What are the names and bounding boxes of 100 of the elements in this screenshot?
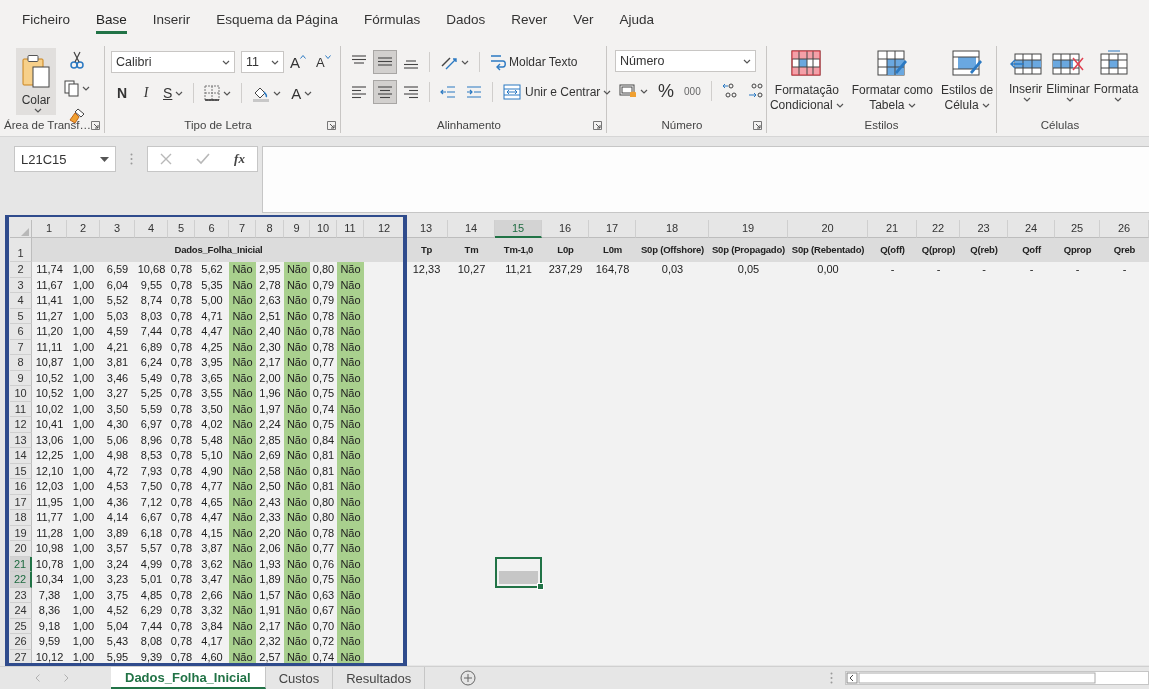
add-sheet-icon[interactable] <box>460 670 477 686</box>
column-header[interactable]: 6 <box>195 220 229 238</box>
grow-font-button[interactable]: A <box>286 50 310 74</box>
font-name-field[interactable]: Calibri <box>111 51 235 73</box>
table-cell-text: Não <box>231 572 254 587</box>
column-header[interactable]: 10 <box>310 220 337 238</box>
format-cells-button[interactable]: Formata <box>1091 46 1141 117</box>
column-header[interactable]: 25 <box>1055 220 1100 238</box>
row-header[interactable]: 8 <box>10 355 32 371</box>
font-size-field[interactable]: 11 <box>241 51 284 73</box>
wrap-text-button[interactable]: Moldar Texto <box>486 50 582 74</box>
table-cell-text: Não <box>285 324 309 339</box>
shrink-font-button[interactable]: A <box>312 50 335 74</box>
menu-tab[interactable]: Base <box>96 9 127 34</box>
paste-button[interactable]: Colar <box>16 48 56 115</box>
table-cell-text: 5,48 <box>200 432 224 448</box>
sheet-tab[interactable]: Resultados <box>333 667 426 689</box>
menu-tab[interactable]: Ficheiro <box>22 9 70 34</box>
row-header[interactable]: 26 <box>10 634 32 650</box>
row-header[interactable]: 6 <box>10 324 32 340</box>
delete-cells-button[interactable]: Eliminar <box>1044 46 1092 117</box>
column-header[interactable]: 1 <box>32 220 67 238</box>
dialog-launcher-icon[interactable] <box>593 120 602 130</box>
sheet-tab[interactable]: Custos <box>265 667 334 689</box>
menu-tab[interactable]: Esquema da Página <box>216 9 338 34</box>
fill-handle[interactable] <box>537 582 544 590</box>
row-header[interactable]: 16 <box>10 479 32 495</box>
thousands-button[interactable]: 000 <box>680 79 705 103</box>
dialog-launcher-icon[interactable] <box>753 120 762 130</box>
sheet-tab[interactable]: Dados_Folha_Inicial <box>111 667 266 689</box>
column-header[interactable]: 11 <box>337 220 364 238</box>
bold-button[interactable]: N <box>111 81 133 105</box>
cell-style-button[interactable]: Estilos de Célula <box>938 46 997 117</box>
percent-button[interactable]: % <box>654 79 678 103</box>
table-cell-text: Não <box>339 525 362 541</box>
row-header[interactable]: 10 <box>10 386 32 402</box>
table-cell-text: 1,00 <box>71 603 96 618</box>
row-header[interactable]: 4 <box>10 293 32 309</box>
underline-button[interactable]: S <box>159 81 188 105</box>
column-header[interactable]: 17 <box>589 220 636 238</box>
dialog-launcher-icon[interactable] <box>91 120 100 130</box>
column-header[interactable]: 8 <box>256 220 284 238</box>
row-header[interactable]: 24 <box>10 603 32 619</box>
menu-tab[interactable]: Ver <box>573 9 594 34</box>
column-header[interactable]: 14 <box>448 220 495 238</box>
column-title: L0p <box>542 238 589 262</box>
column-header[interactable]: 2 <box>67 220 100 238</box>
table-cell-text: 2,06 <box>258 541 282 556</box>
horizontal-scrollbar[interactable] <box>845 671 1149 685</box>
enter-check-icon[interactable] <box>196 153 211 165</box>
table-cell-text: Não <box>285 603 309 618</box>
row-header[interactable]: 14 <box>10 448 32 464</box>
menu-tab[interactable]: Dados <box>446 9 486 34</box>
conditional-style-button[interactable]: Formatação Condicional <box>766 46 847 117</box>
insert-cells-button[interactable]: Inserir <box>1007 46 1045 117</box>
table-style-button[interactable]: Formatar como Tabela <box>848 46 937 117</box>
insert-function-button[interactable]: fx <box>234 151 245 167</box>
cell-selection[interactable] <box>495 556 542 588</box>
menu-tab[interactable]: Rever <box>511 9 548 34</box>
column-header[interactable]: 19 <box>709 220 788 238</box>
column-header[interactable]: 26 <box>1100 220 1149 238</box>
align-center-button[interactable] <box>373 80 397 104</box>
group-label: Células <box>1039 119 1081 131</box>
formula-input[interactable] <box>262 146 1149 213</box>
table-cell-text: Não <box>339 432 362 448</box>
number-format-field[interactable]: Número <box>615 50 756 72</box>
column-header[interactable]: 16 <box>542 220 589 238</box>
row-header[interactable]: 22 <box>10 572 32 588</box>
font-color-button[interactable]: A <box>287 81 317 105</box>
column-header[interactable]: 18 <box>636 220 709 238</box>
name-box[interactable]: L21C15 <box>14 146 116 172</box>
dialog-launcher-icon[interactable] <box>327 120 336 130</box>
column-header[interactable]: 13 <box>405 220 448 238</box>
table-cell-text: 1,00 <box>71 494 96 510</box>
row-header[interactable]: 12 <box>10 417 32 433</box>
menu-tab[interactable]: Fórmulas <box>363 9 421 34</box>
italic-button[interactable]: I <box>135 81 157 105</box>
column-header[interactable]: 5 <box>168 220 195 238</box>
row-header[interactable]: 20 <box>10 541 32 557</box>
column-header[interactable]: 7 <box>229 220 256 238</box>
row-header[interactable]: 2 <box>10 262 32 278</box>
menu-tab[interactable]: Inserir <box>152 9 191 34</box>
row-header[interactable]: 1 <box>10 238 32 262</box>
column-header[interactable]: 23 <box>960 220 1008 238</box>
column-header[interactable]: 3 <box>100 220 135 238</box>
column-header[interactable]: 22 <box>917 220 960 238</box>
column-header[interactable]: 21 <box>868 220 917 238</box>
table-cell-text: 8,03 <box>139 308 164 324</box>
column-header[interactable]: 9 <box>284 220 310 238</box>
row-header[interactable]: 18 <box>10 510 32 526</box>
column-header[interactable]: 24 <box>1008 220 1055 238</box>
column-header[interactable]: 12 <box>364 220 405 238</box>
column-header[interactable]: 15 <box>495 220 542 238</box>
menu-tab[interactable]: Ajuda <box>619 9 654 34</box>
merge-center-button[interactable]: Unir e Centrar <box>499 80 616 104</box>
table-cell-text: 3,47 <box>200 572 224 587</box>
align-middle-button[interactable] <box>373 50 397 74</box>
column-header[interactable]: 4 <box>135 220 168 238</box>
column-header[interactable]: 20 <box>788 220 868 238</box>
table-cell-text: Não <box>339 308 362 324</box>
